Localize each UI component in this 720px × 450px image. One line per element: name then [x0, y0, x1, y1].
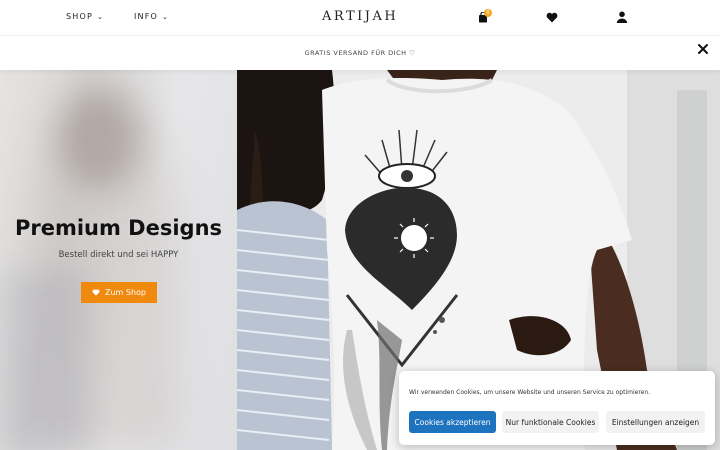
nav-shop-label: SHOP	[66, 12, 94, 21]
cookie-settings-button[interactable]: Einstellungen anzeigen	[606, 411, 705, 433]
zum-shop-button[interactable]: Zum Shop	[81, 282, 157, 303]
nav-info-label: INFO	[134, 12, 159, 21]
nav-shop[interactable]: SHOP ⌄	[66, 12, 104, 21]
hero-subtitle: Bestell direkt und sei HAPPY	[58, 250, 179, 260]
nav-info[interactable]: INFO ⌄	[134, 12, 169, 21]
heart-icon	[92, 289, 100, 296]
chevron-down-icon: ⌄	[162, 12, 170, 21]
cart-count-badge: 0	[484, 9, 492, 17]
close-icon[interactable]	[696, 42, 710, 56]
user-icon[interactable]	[616, 11, 628, 23]
announcement-text: GRATIS VERSAND FÜR DICH ♡	[304, 49, 416, 57]
cookie-banner-text: Wir verwenden Cookies, um unsere Website…	[409, 389, 651, 396]
site-header: SHOP ⌄ INFO ⌄ ARTIJAH 0	[0, 0, 720, 35]
zum-shop-label: Zum Shop	[104, 288, 146, 297]
chevron-down-icon: ⌄	[97, 12, 105, 21]
cookie-banner: Wir verwenden Cookies, um unsere Website…	[399, 371, 715, 445]
hero-blurred-background	[0, 70, 237, 450]
hero-title: Premium Designs	[14, 216, 223, 240]
functional-cookies-button[interactable]: Nur funktionale Cookies	[502, 411, 599, 433]
heart-icon[interactable]	[546, 12, 558, 23]
announcement-bar: GRATIS VERSAND FÜR DICH ♡	[0, 35, 720, 70]
accept-cookies-button[interactable]: Cookies akzeptieren	[409, 411, 496, 433]
site-logo[interactable]: ARTIJAH	[322, 9, 398, 24]
